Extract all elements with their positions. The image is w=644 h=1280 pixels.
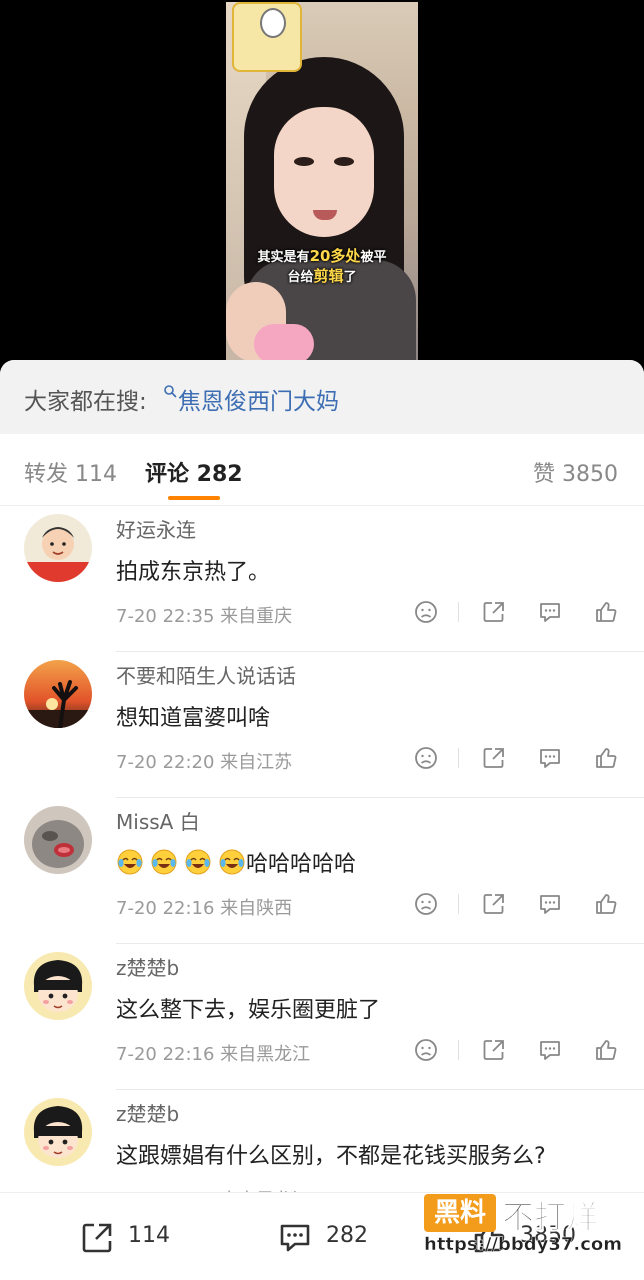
share-icon [82, 1223, 112, 1253]
comment-meta: 7-20 22:16 来自黑龙江 [116, 1044, 311, 1065]
divider [458, 894, 459, 914]
search-icon [164, 385, 177, 398]
tab-comment[interactable]: 评论 282 [145, 456, 243, 488]
video-person-eye [294, 157, 314, 166]
comment-list: 好运永连 拍成东京热了。 7-20 22:35 来自重庆 不要和陌生人说话话 想… [0, 506, 644, 1236]
comment-sheet: 大家都在搜: 焦恩俊西门大妈 转发 114 评论 282 赞 3850 好运永连… [0, 360, 644, 1280]
share-icon[interactable] [480, 890, 508, 918]
comment-meta: 7-20 22:20 来自江苏 [116, 752, 293, 773]
comment-text-content: 哈哈哈哈哈 [246, 852, 357, 877]
video-sticker [232, 2, 302, 72]
avatar[interactable] [24, 1098, 92, 1166]
laugh-cry-emoji-icon [150, 848, 178, 876]
tab-like[interactable]: 赞 3850 [533, 456, 618, 488]
reply-icon[interactable] [536, 890, 564, 918]
share-icon[interactable] [480, 744, 508, 772]
comment-button[interactable]: 282 [276, 1217, 386, 1257]
search-term-link[interactable]: 焦恩俊西门大妈 [178, 382, 339, 416]
reply-icon[interactable] [536, 598, 564, 626]
dislike-face-icon[interactable] [412, 890, 440, 918]
share-icon[interactable] [480, 598, 508, 626]
laugh-cry-emoji-icon [184, 848, 212, 876]
laugh-cry-emoji-icon [116, 848, 144, 876]
divider [458, 602, 459, 622]
dislike-face-icon[interactable] [412, 744, 440, 772]
comment-author[interactable]: z楚楚b [116, 1098, 179, 1127]
search-label: 大家都在搜: [24, 389, 147, 415]
divider [458, 748, 459, 768]
active-tab-indicator [168, 496, 220, 500]
avatar[interactable] [24, 806, 92, 874]
thumbs-up-icon[interactable] [592, 744, 620, 772]
comment-item: MissA 白 哈哈哈哈哈 7-20 22:16 来自陕西 [0, 798, 644, 944]
comment-text: 这跟嫖娼有什么区别，不都是花钱买服务么? [116, 1144, 546, 1169]
comment-author[interactable]: 不要和陌生人说话话 [116, 660, 296, 689]
dislike-face-icon[interactable] [412, 598, 440, 626]
trending-search-bar[interactable]: 大家都在搜: 焦恩俊西门大妈 [0, 360, 644, 434]
video-pink-object [254, 324, 314, 362]
thumbs-up-icon[interactable] [592, 1036, 620, 1064]
avatar[interactable] [24, 952, 92, 1020]
avatar[interactable] [24, 660, 92, 728]
comment-item: 好运永连 拍成东京热了。 7-20 22:35 来自重庆 [0, 506, 644, 652]
divider [458, 1040, 459, 1060]
comment-icon [280, 1224, 310, 1252]
video-caption: 其实是有20多处被平 台给剪辑了 [257, 247, 387, 285]
laugh-cry-emoji-icon [218, 848, 246, 876]
comment-author[interactable]: z楚楚b [116, 952, 179, 981]
comment-author[interactable]: 好运永连 [116, 514, 196, 543]
watermark-logo: 黑料 [424, 1194, 496, 1232]
video-person-eye [334, 157, 354, 166]
reply-icon[interactable] [536, 744, 564, 772]
share-icon[interactable] [480, 1036, 508, 1064]
sticker-figure [260, 8, 286, 38]
dislike-face-icon[interactable] [412, 1036, 440, 1064]
comment-text: 想知道富婆叫啥 [116, 706, 271, 731]
comment-meta: 7-20 22:35 来自重庆 [116, 606, 293, 627]
watermark-url: https://bbdy37.com [424, 1234, 623, 1255]
comment-count: 282 [326, 1223, 368, 1248]
comment-actions [410, 744, 620, 774]
watermark-text: 不打烊 [501, 1198, 599, 1237]
video-player[interactable]: 其实是有20多处被平 台给剪辑了 [0, 0, 644, 362]
comment-author[interactable]: MissA 白 [116, 806, 200, 835]
thumbs-up-icon[interactable] [592, 890, 620, 918]
thumbs-up-icon[interactable] [592, 598, 620, 626]
video-frame[interactable]: 其实是有20多处被平 台给剪辑了 [226, 2, 418, 362]
reply-icon[interactable] [536, 1036, 564, 1064]
comment-text: 哈哈哈哈哈 [116, 846, 356, 878]
tab-repost[interactable]: 转发 114 [24, 456, 117, 488]
comment-actions [410, 1036, 620, 1066]
tabs-bar: 转发 114 评论 282 赞 3850 [0, 434, 644, 506]
comment-text: 拍成东京热了。 [116, 560, 271, 585]
comment-meta: 7-20 22:16 来自陕西 [116, 898, 293, 919]
comment-actions [410, 598, 620, 628]
comment-item: 不要和陌生人说话话 想知道富婆叫啥 7-20 22:20 来自江苏 [0, 652, 644, 798]
comment-text: 这么整下去，娱乐圈更脏了 [116, 998, 381, 1023]
avatar[interactable] [24, 514, 92, 582]
comment-actions [410, 890, 620, 920]
repost-button[interactable]: 114 [78, 1217, 188, 1257]
watermark: 黑料 不打烊 https://bbdy37.com [424, 1190, 644, 1260]
comment-item: z楚楚b 这么整下去，娱乐圈更脏了 7-20 22:16 来自黑龙江 [0, 944, 644, 1090]
repost-count: 114 [128, 1223, 170, 1248]
